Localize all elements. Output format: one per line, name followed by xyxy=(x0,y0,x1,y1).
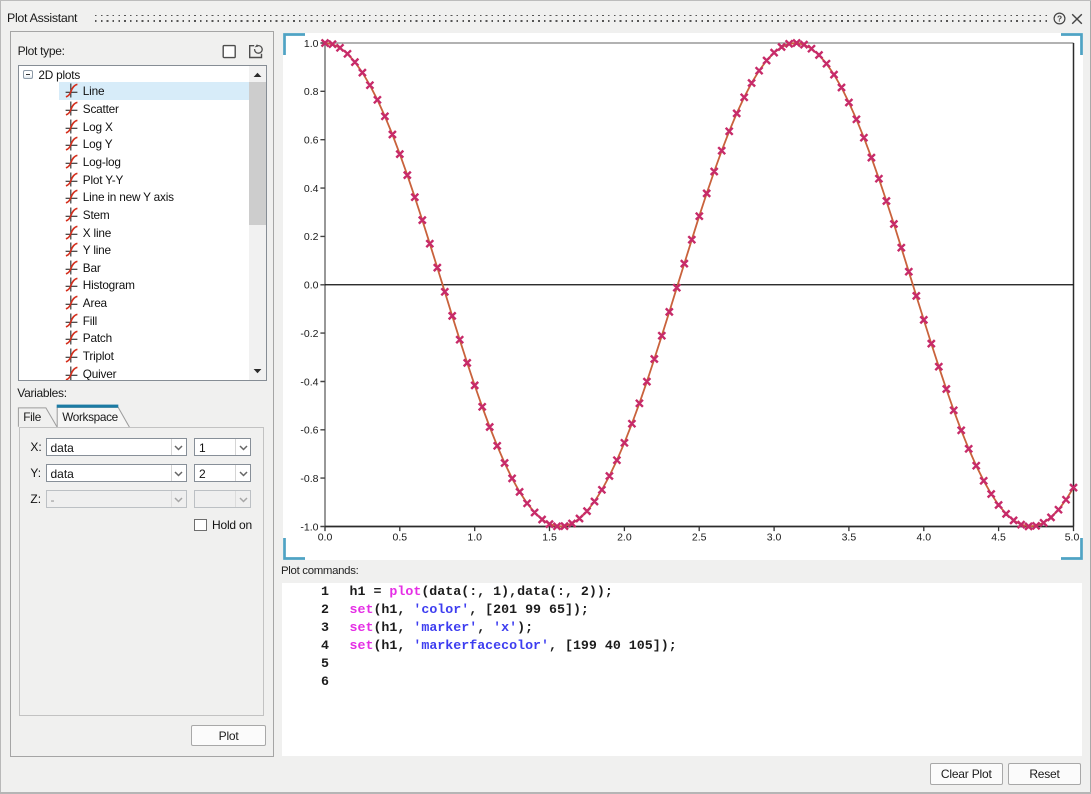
svg-text:-1.0: -1.0 xyxy=(300,521,318,533)
svg-text:0.8: 0.8 xyxy=(304,86,319,98)
svg-text:3.0: 3.0 xyxy=(767,531,782,543)
svg-text:-0.4: -0.4 xyxy=(300,376,318,388)
svg-text:0.0: 0.0 xyxy=(304,280,319,292)
svg-text:3.5: 3.5 xyxy=(842,531,857,543)
svg-text:2.5: 2.5 xyxy=(692,531,707,543)
svg-text:0.4: 0.4 xyxy=(304,183,319,195)
svg-text:-0.2: -0.2 xyxy=(300,328,318,340)
svg-text:0.0: 0.0 xyxy=(318,531,333,543)
svg-text:0.6: 0.6 xyxy=(304,135,319,147)
svg-text:2.0: 2.0 xyxy=(617,531,632,543)
svg-text:1.0: 1.0 xyxy=(304,38,319,50)
svg-text:-0.6: -0.6 xyxy=(300,425,318,437)
svg-text:0.5: 0.5 xyxy=(392,531,407,543)
svg-text:1.5: 1.5 xyxy=(542,531,557,543)
svg-text:4.5: 4.5 xyxy=(991,531,1006,543)
svg-text:-0.8: -0.8 xyxy=(300,473,318,485)
svg-text:1.0: 1.0 xyxy=(467,531,482,543)
svg-text:?: ? xyxy=(1057,13,1062,23)
svg-text:5.0: 5.0 xyxy=(1065,531,1080,543)
svg-text:4.0: 4.0 xyxy=(916,531,931,543)
svg-text:0.2: 0.2 xyxy=(304,231,319,243)
